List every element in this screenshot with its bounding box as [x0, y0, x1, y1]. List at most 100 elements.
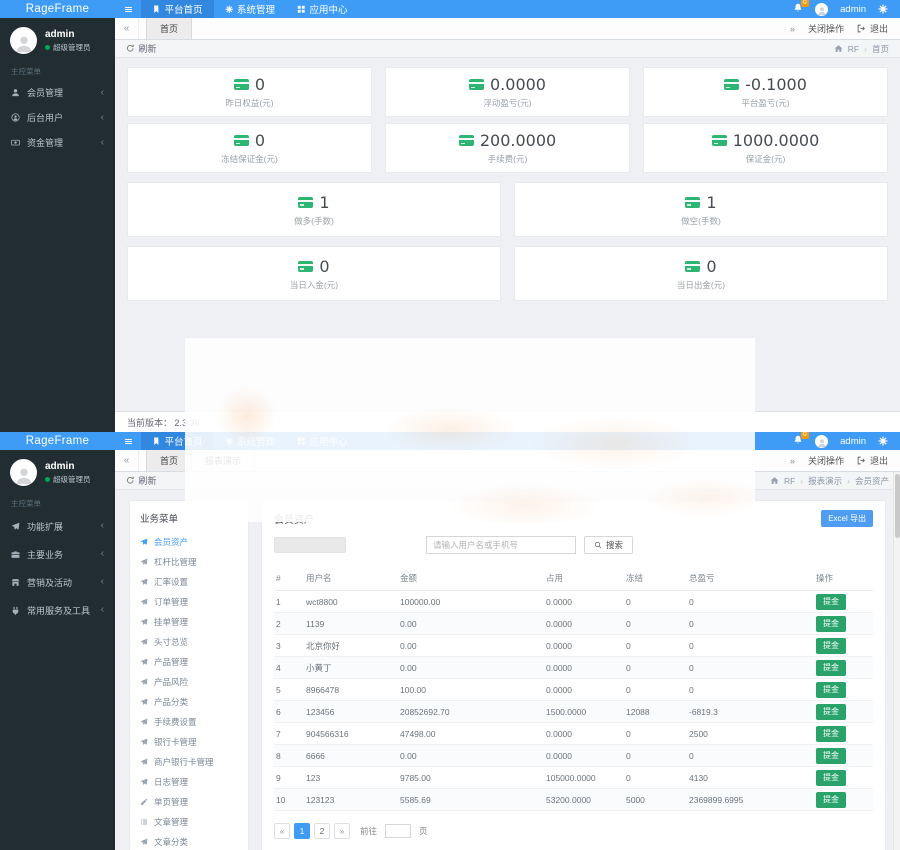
close-operations-button[interactable]: 关闭操作	[808, 22, 844, 35]
table-cell: 10	[274, 795, 306, 805]
tab-home[interactable]: 首页	[146, 18, 192, 39]
notifications-button[interactable]: 0	[793, 3, 803, 16]
stat-value: 0	[319, 257, 329, 276]
withdraw-button[interactable]: 提金	[816, 682, 846, 698]
table-cell: 8966478	[306, 685, 400, 695]
sidebar-item-backend-users[interactable]: 后台用户‹	[0, 105, 115, 130]
business-menu-item[interactable]: 单页管理	[130, 792, 248, 812]
breadcrumb-item[interactable]: 会员资产	[855, 475, 889, 487]
table-cell: 2500	[689, 729, 816, 739]
business-menu-item[interactable]: 文章分类	[130, 832, 248, 850]
breadcrumb-item[interactable]: RF	[784, 476, 795, 486]
tab-report-demo[interactable]: 报表演示	[192, 450, 255, 471]
breadcrumb-item[interactable]: 报表演示	[808, 475, 842, 487]
pagination-next-button[interactable]: »	[334, 823, 350, 839]
withdraw-button[interactable]: 提金	[816, 660, 846, 676]
sidebar-item-extensions[interactable]: 功能扩展‹	[0, 512, 115, 540]
page-number-input[interactable]	[385, 824, 411, 838]
withdraw-button[interactable]: 提金	[816, 748, 846, 764]
nav-item-system-admin[interactable]: 系统管理	[214, 0, 287, 18]
withdraw-button[interactable]: 提金	[816, 594, 846, 610]
grid-icon	[297, 437, 306, 446]
gear-icon[interactable]	[878, 4, 888, 14]
tabs-scroll-left[interactable]: «	[115, 18, 139, 39]
gear-icon[interactable]	[878, 436, 888, 446]
withdraw-button[interactable]: 提金	[816, 616, 846, 632]
list-icon	[140, 818, 148, 826]
stat-card: 0.0000浮动盈亏(元)	[385, 67, 630, 117]
withdraw-button[interactable]: 提金	[816, 704, 846, 720]
table-cell: 0	[626, 663, 689, 673]
scrollbar[interactable]	[893, 472, 900, 850]
sidebar-item-marketing[interactable]: 营销及活动‹	[0, 568, 115, 596]
business-menu-item[interactable]: 日志管理	[130, 772, 248, 792]
sidebar-item-main-business[interactable]: 主要业务‹	[0, 540, 115, 568]
notifications-button[interactable]: 0	[793, 435, 803, 448]
withdraw-button[interactable]: 提金	[816, 792, 846, 808]
business-menu-item[interactable]: 产品风险	[130, 672, 248, 692]
nav-item-system-admin[interactable]: 系统管理	[214, 432, 287, 450]
refresh-button[interactable]: 刷新	[126, 474, 157, 487]
sidebar-username: admin	[45, 460, 91, 475]
bookmark-icon	[152, 5, 161, 14]
breadcrumb-item[interactable]: RF	[848, 44, 859, 54]
business-menu-item[interactable]: 手续费设置	[130, 712, 248, 732]
sidebar-toggle-button[interactable]	[115, 432, 141, 450]
pagination-prev-button[interactable]: «	[274, 823, 290, 839]
business-menu-item[interactable]: 会员资产	[130, 532, 248, 552]
logout-button[interactable]: 退出	[857, 22, 888, 35]
sidebar-item-tools[interactable]: 常用服务及工具‹	[0, 596, 115, 624]
nav-item-platform-home[interactable]: 平台首页	[141, 432, 214, 450]
sidebar-item-funds[interactable]: 资金管理‹	[0, 130, 115, 155]
scrollbar-thumb[interactable]	[895, 474, 900, 538]
table-cell: 1500.0000	[546, 707, 626, 717]
business-menu-item[interactable]: 杠杆比管理	[130, 552, 248, 572]
excel-export-button[interactable]: Excel 导出	[821, 510, 873, 527]
stat-card-row: 1做多(手数)1做空(手数)	[127, 182, 888, 237]
money-icon	[11, 138, 20, 147]
business-menu-item[interactable]: 银行卡管理	[130, 732, 248, 752]
withdraw-button[interactable]: 提金	[816, 638, 846, 654]
brand-logo[interactable]: RageFrame	[0, 432, 115, 450]
nav-item-app-center[interactable]: 应用中心	[286, 432, 359, 450]
close-operations-button[interactable]: 关闭操作	[808, 454, 844, 467]
brand-logo[interactable]: RageFrame	[0, 0, 115, 18]
business-menu-item[interactable]: 产品分类	[130, 692, 248, 712]
business-menu-item[interactable]: 订单管理	[130, 592, 248, 612]
tab-home[interactable]: 首页	[146, 450, 192, 471]
pagination-page-2[interactable]: 2	[314, 823, 330, 839]
nav-menu: 平台首页系统管理应用中心	[141, 0, 359, 18]
tabs-scroll-left[interactable]: «	[115, 450, 139, 471]
logout-button[interactable]: 退出	[857, 454, 888, 467]
sidebar-item-members[interactable]: 会员管理‹	[0, 80, 115, 105]
tabs-scroll-right[interactable]: »	[790, 456, 795, 466]
business-menu-item-label: 产品管理	[154, 656, 188, 668]
stat-card: 0当日入金(元)	[127, 246, 501, 301]
tab-bar: « 首页 报表演示 » 关闭操作 退出	[115, 450, 900, 472]
sidebar-toggle-button[interactable]	[115, 0, 141, 18]
search-input[interactable]	[426, 536, 576, 554]
business-menu-item[interactable]: 汇率设置	[130, 572, 248, 592]
business-menu-item[interactable]: 文章管理	[130, 812, 248, 832]
pagination-page-1[interactable]: 1	[294, 823, 310, 839]
search-button[interactable]: 搜索	[584, 536, 633, 554]
nav-item-app-center[interactable]: 应用中心	[286, 0, 359, 18]
filter-bar: 搜索	[274, 536, 873, 554]
business-menu-item[interactable]: 产品管理	[130, 652, 248, 672]
stat-card: 200.0000手续费(元)	[385, 123, 630, 173]
avatar[interactable]	[815, 435, 828, 448]
tabs-scroll-right[interactable]: »	[790, 24, 795, 34]
business-menu-item[interactable]: 挂单管理	[130, 612, 248, 632]
avatar[interactable]	[815, 3, 828, 16]
refresh-button[interactable]: 刷新	[126, 42, 157, 55]
nav-item-platform-home[interactable]: 平台首页	[141, 0, 214, 18]
withdraw-button[interactable]: 提金	[816, 770, 846, 786]
user-menu[interactable]: admin	[840, 436, 866, 447]
user-menu[interactable]: admin	[840, 4, 866, 15]
filter-select[interactable]	[274, 537, 346, 553]
withdraw-button[interactable]: 提金	[816, 726, 846, 742]
business-menu-item[interactable]: 商户银行卡管理	[130, 752, 248, 772]
business-menu-item[interactable]: 头寸总览	[130, 632, 248, 652]
breadcrumb-item[interactable]: 首页	[872, 43, 889, 55]
stat-card-row: 0冻结保证金(元)200.0000手续费(元)1000.0000保证金(元)	[127, 123, 888, 173]
